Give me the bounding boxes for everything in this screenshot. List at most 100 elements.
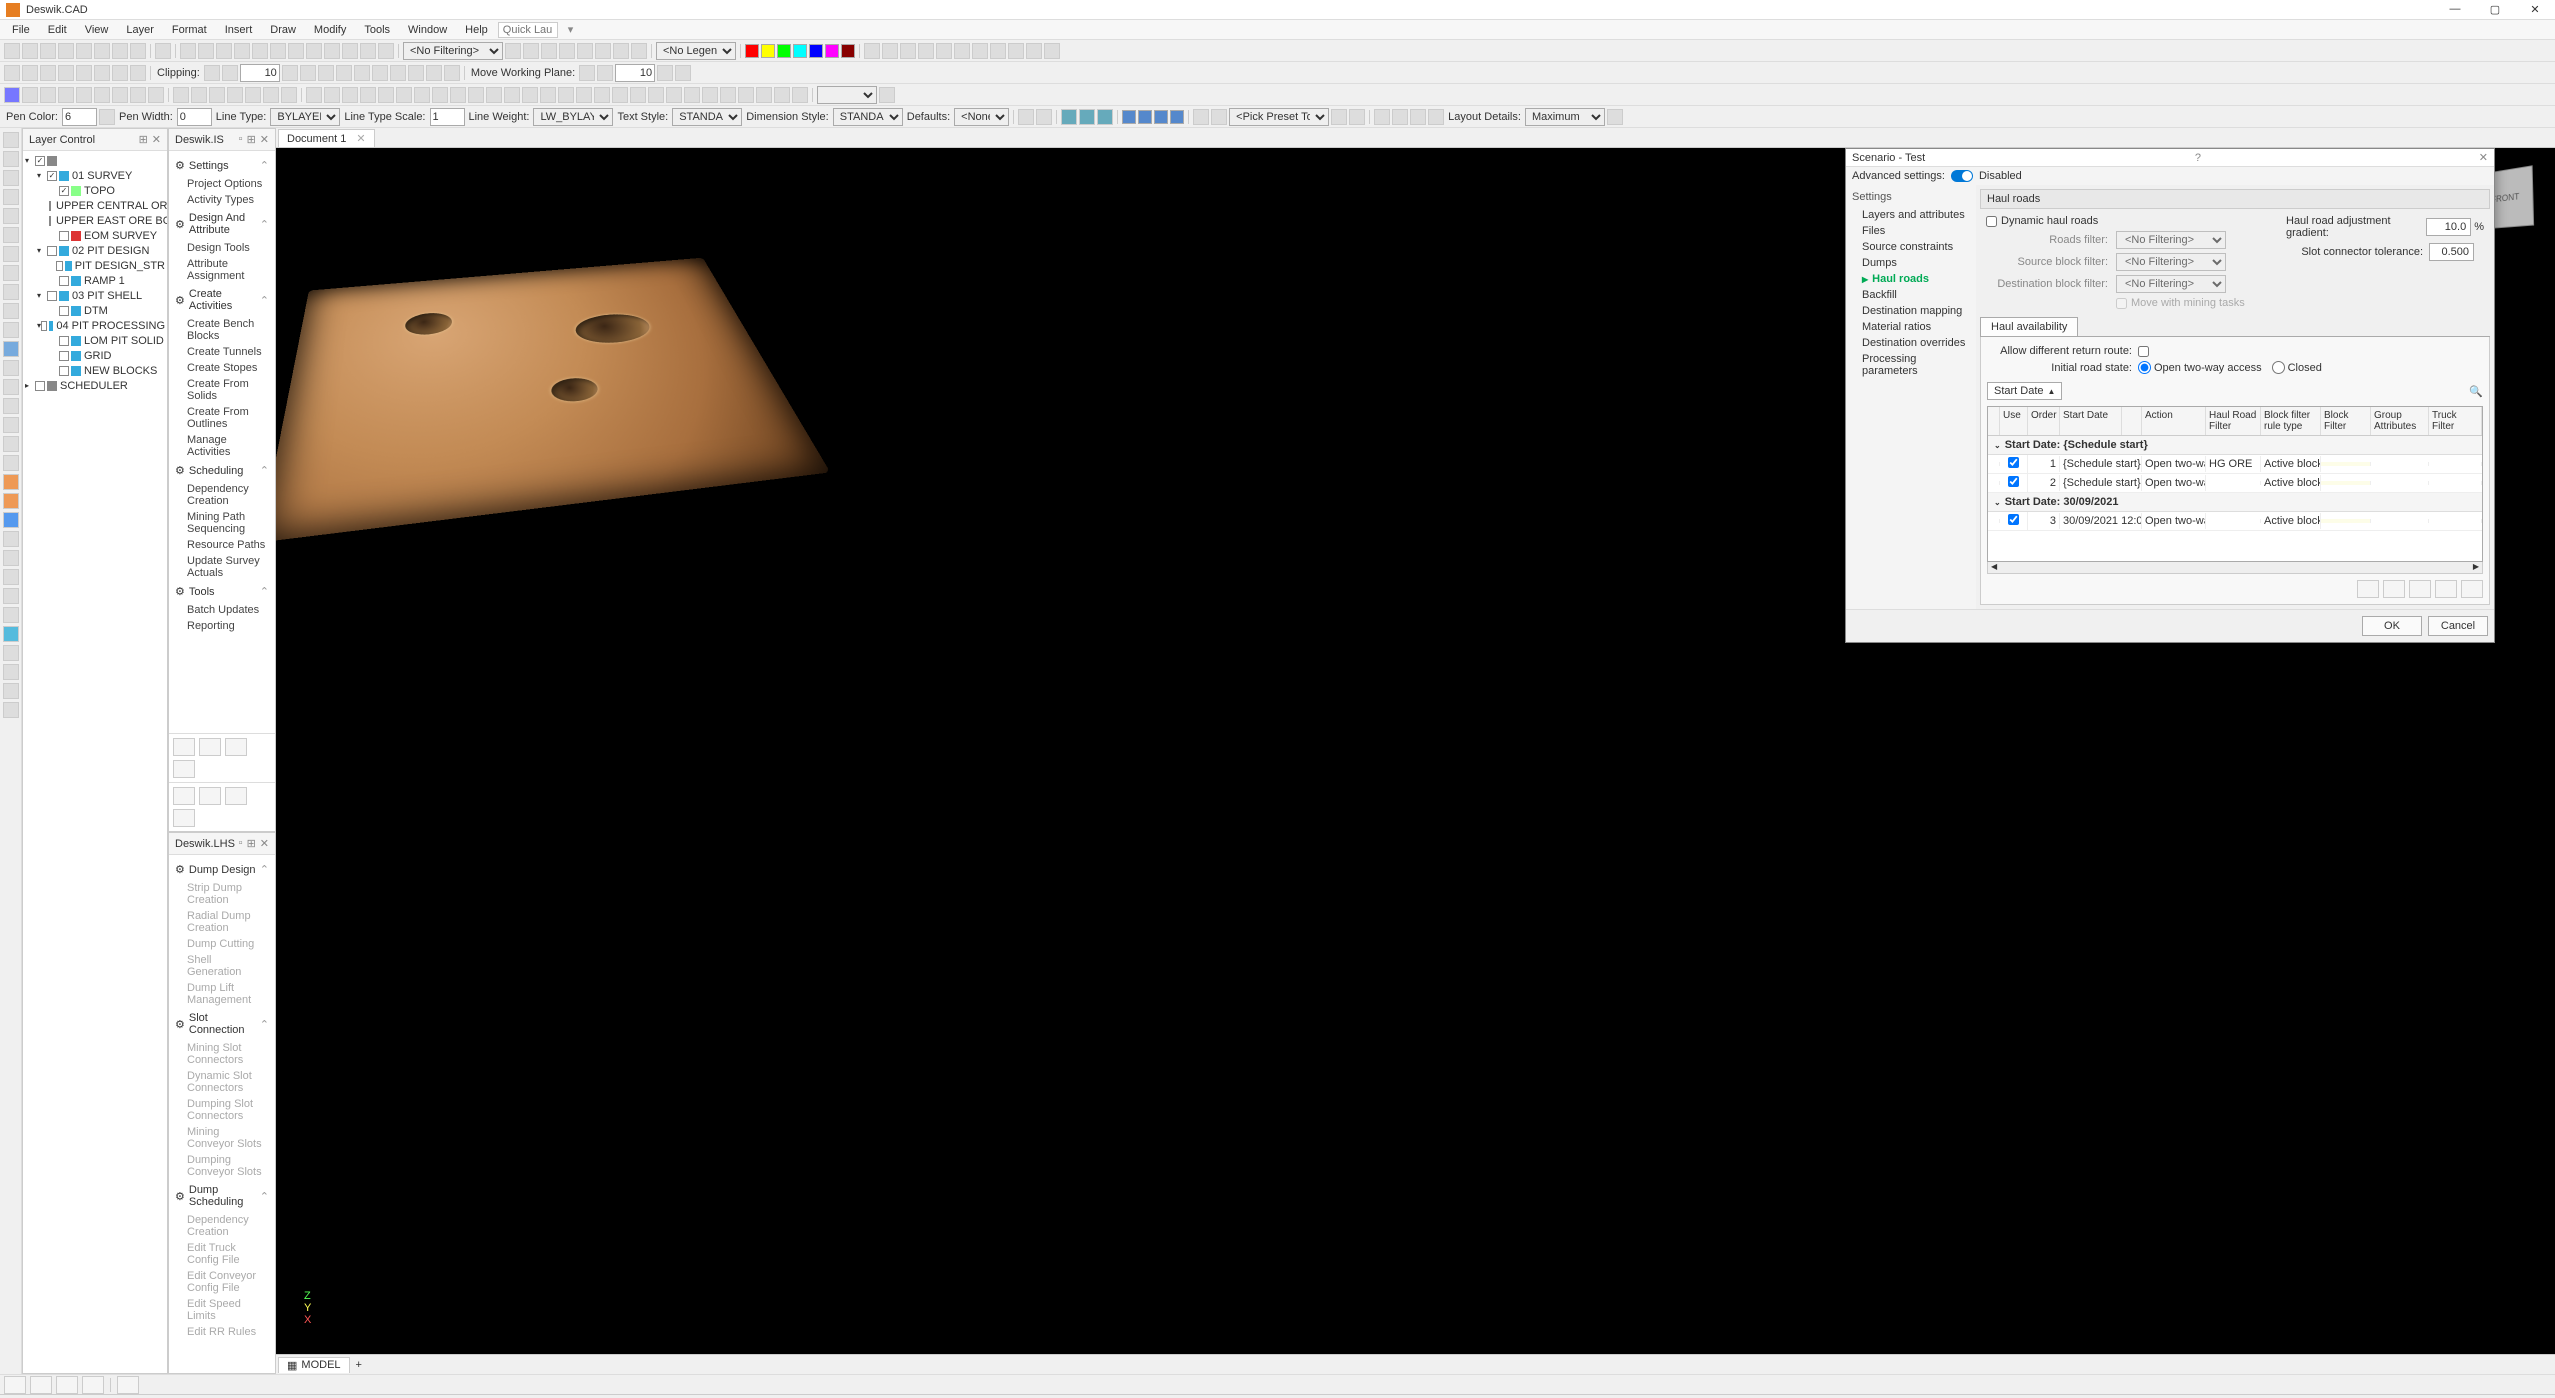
tool-icon[interactable]	[324, 43, 340, 59]
is-btn[interactable]	[173, 760, 195, 778]
view-icon[interactable]	[1079, 109, 1095, 125]
is-item[interactable]: Batch Updates	[173, 602, 271, 618]
tool-icon[interactable]	[180, 43, 196, 59]
haul-gradient-input[interactable]	[2426, 218, 2471, 236]
tool-icon[interactable]	[486, 87, 502, 103]
is-item[interactable]: Create Stopes	[173, 360, 271, 376]
tool-icon[interactable]	[3, 303, 19, 319]
allow-different-checkbox[interactable]	[2138, 346, 2149, 357]
is-section-header[interactable]: ⚙Settings⌃	[173, 155, 271, 176]
layer-tree-row[interactable]: ▸SCHEDULER	[25, 378, 165, 393]
wp-icon[interactable]	[657, 65, 673, 81]
float-icon[interactable]: ▫	[239, 133, 243, 146]
row-add-button[interactable]	[2409, 580, 2431, 598]
tool-icon[interactable]	[396, 87, 412, 103]
undo-icon[interactable]	[112, 43, 128, 59]
is-section-header[interactable]: ⚙Create Activities⌃	[173, 284, 271, 316]
dialog-nav-item[interactable]: Backfill	[1852, 287, 1970, 303]
is-item[interactable]: Dumping Conveyor Slots	[173, 1152, 271, 1180]
tool-icon[interactable]	[523, 43, 539, 59]
clip-icon[interactable]	[390, 65, 406, 81]
is-btn[interactable]	[225, 738, 247, 756]
color-swatch-cyan[interactable]	[793, 44, 807, 58]
axis-gizmo[interactable]: Z Y X	[304, 1290, 311, 1326]
wp-input[interactable]	[615, 64, 655, 82]
grid-group-header[interactable]: ⌄Start Date: 30/09/2021	[1988, 493, 2482, 512]
tool-icon[interactable]	[504, 87, 520, 103]
tool-icon[interactable]	[281, 87, 297, 103]
view-icon[interactable]	[1097, 109, 1113, 125]
tool-icon[interactable]	[360, 87, 376, 103]
tool-icon[interactable]	[432, 87, 448, 103]
is-section-header[interactable]: ⚙Scheduling⌃	[173, 460, 271, 481]
tool-icon[interactable]	[1044, 43, 1060, 59]
row-copy-button[interactable]	[2435, 580, 2457, 598]
tool-icon[interactable]	[577, 43, 593, 59]
tool-icon[interactable]	[1008, 43, 1024, 59]
wp-down-icon[interactable]	[597, 65, 613, 81]
tool-icon[interactable]	[3, 569, 19, 585]
tool-icon[interactable]	[1392, 109, 1408, 125]
clip-icon[interactable]	[372, 65, 388, 81]
menu-window[interactable]: Window	[400, 22, 455, 38]
close-tab-icon[interactable]: ✕	[356, 132, 365, 145]
tool-icon[interactable]	[1211, 109, 1227, 125]
tool-icon[interactable]	[792, 87, 808, 103]
tool-icon[interactable]	[94, 87, 110, 103]
tool-icon[interactable]	[3, 417, 19, 433]
tool-icon[interactable]	[3, 284, 19, 300]
tool-icon[interactable]	[522, 87, 538, 103]
minimize-button[interactable]: —	[2435, 3, 2475, 16]
tool-icon[interactable]	[3, 227, 19, 243]
is-item[interactable]: Mining Conveyor Slots	[173, 1124, 271, 1152]
tool-icon[interactable]	[360, 43, 376, 59]
close-panel-icon[interactable]: ✕	[152, 133, 161, 146]
color-picker-icon[interactable]	[99, 109, 115, 125]
dim-style-select[interactable]: STANDARD	[833, 108, 903, 126]
tool-icon[interactable]	[130, 87, 146, 103]
text-style-select[interactable]: STANDARD	[672, 108, 742, 126]
tool-icon[interactable]	[3, 322, 19, 338]
is-btn[interactable]	[173, 809, 195, 827]
dynamic-haul-checkbox[interactable]	[1986, 216, 1997, 227]
tool-icon[interactable]	[738, 87, 754, 103]
menu-layer[interactable]: Layer	[118, 22, 162, 38]
view-swatch[interactable]	[1122, 110, 1136, 124]
preset-select[interactable]: <Pick Preset To Appl...	[1229, 108, 1329, 126]
row-down-button[interactable]	[2383, 580, 2405, 598]
grid-row[interactable]: 2{Schedule start}Open two-way accessActi…	[1988, 474, 2482, 493]
tool-icon[interactable]	[3, 246, 19, 262]
dialog-nav-item[interactable]: Dumps	[1852, 255, 1970, 271]
scroll-right-icon[interactable]: ▶	[2470, 562, 2482, 573]
tool-icon[interactable]	[378, 87, 394, 103]
rotate-icon[interactable]	[130, 65, 146, 81]
tool-icon[interactable]	[3, 588, 19, 604]
row-use-checkbox[interactable]	[2008, 457, 2019, 468]
tool-icon[interactable]	[972, 43, 988, 59]
is-item[interactable]: Dynamic Slot Connectors	[173, 1068, 271, 1096]
text-icon[interactable]	[4, 87, 20, 103]
dialog-nav-item[interactable]: Destination overrides	[1852, 335, 1970, 351]
grid-row[interactable]: 1{Schedule start}Open two-way accessHG O…	[1988, 455, 2482, 474]
view-swatch[interactable]	[1154, 110, 1168, 124]
grid-group-header[interactable]: ⌄Start Date: {Schedule start}	[1988, 436, 2482, 455]
clip-icon[interactable]	[336, 65, 352, 81]
is-item[interactable]: Mining Path Sequencing	[173, 509, 271, 537]
tool-icon[interactable]	[666, 87, 682, 103]
tool-icon[interactable]	[1331, 109, 1347, 125]
clip-up-icon[interactable]	[204, 65, 220, 81]
menu-tools[interactable]: Tools	[356, 22, 398, 38]
zoom-icon[interactable]	[94, 65, 110, 81]
tool-icon[interactable]	[954, 43, 970, 59]
is-btn[interactable]	[199, 738, 221, 756]
tool-icon[interactable]	[414, 87, 430, 103]
tool-icon[interactable]	[720, 87, 736, 103]
tool-icon[interactable]	[3, 531, 19, 547]
bottom-btn[interactable]	[4, 1376, 26, 1394]
zoom-icon[interactable]	[76, 65, 92, 81]
clip-icon[interactable]	[354, 65, 370, 81]
tool-icon[interactable]	[1428, 109, 1444, 125]
wp-up-icon[interactable]	[579, 65, 595, 81]
model-tab[interactable]: ▦ MODEL	[278, 1357, 350, 1373]
legend-select[interactable]: <No Legend>	[656, 42, 736, 60]
